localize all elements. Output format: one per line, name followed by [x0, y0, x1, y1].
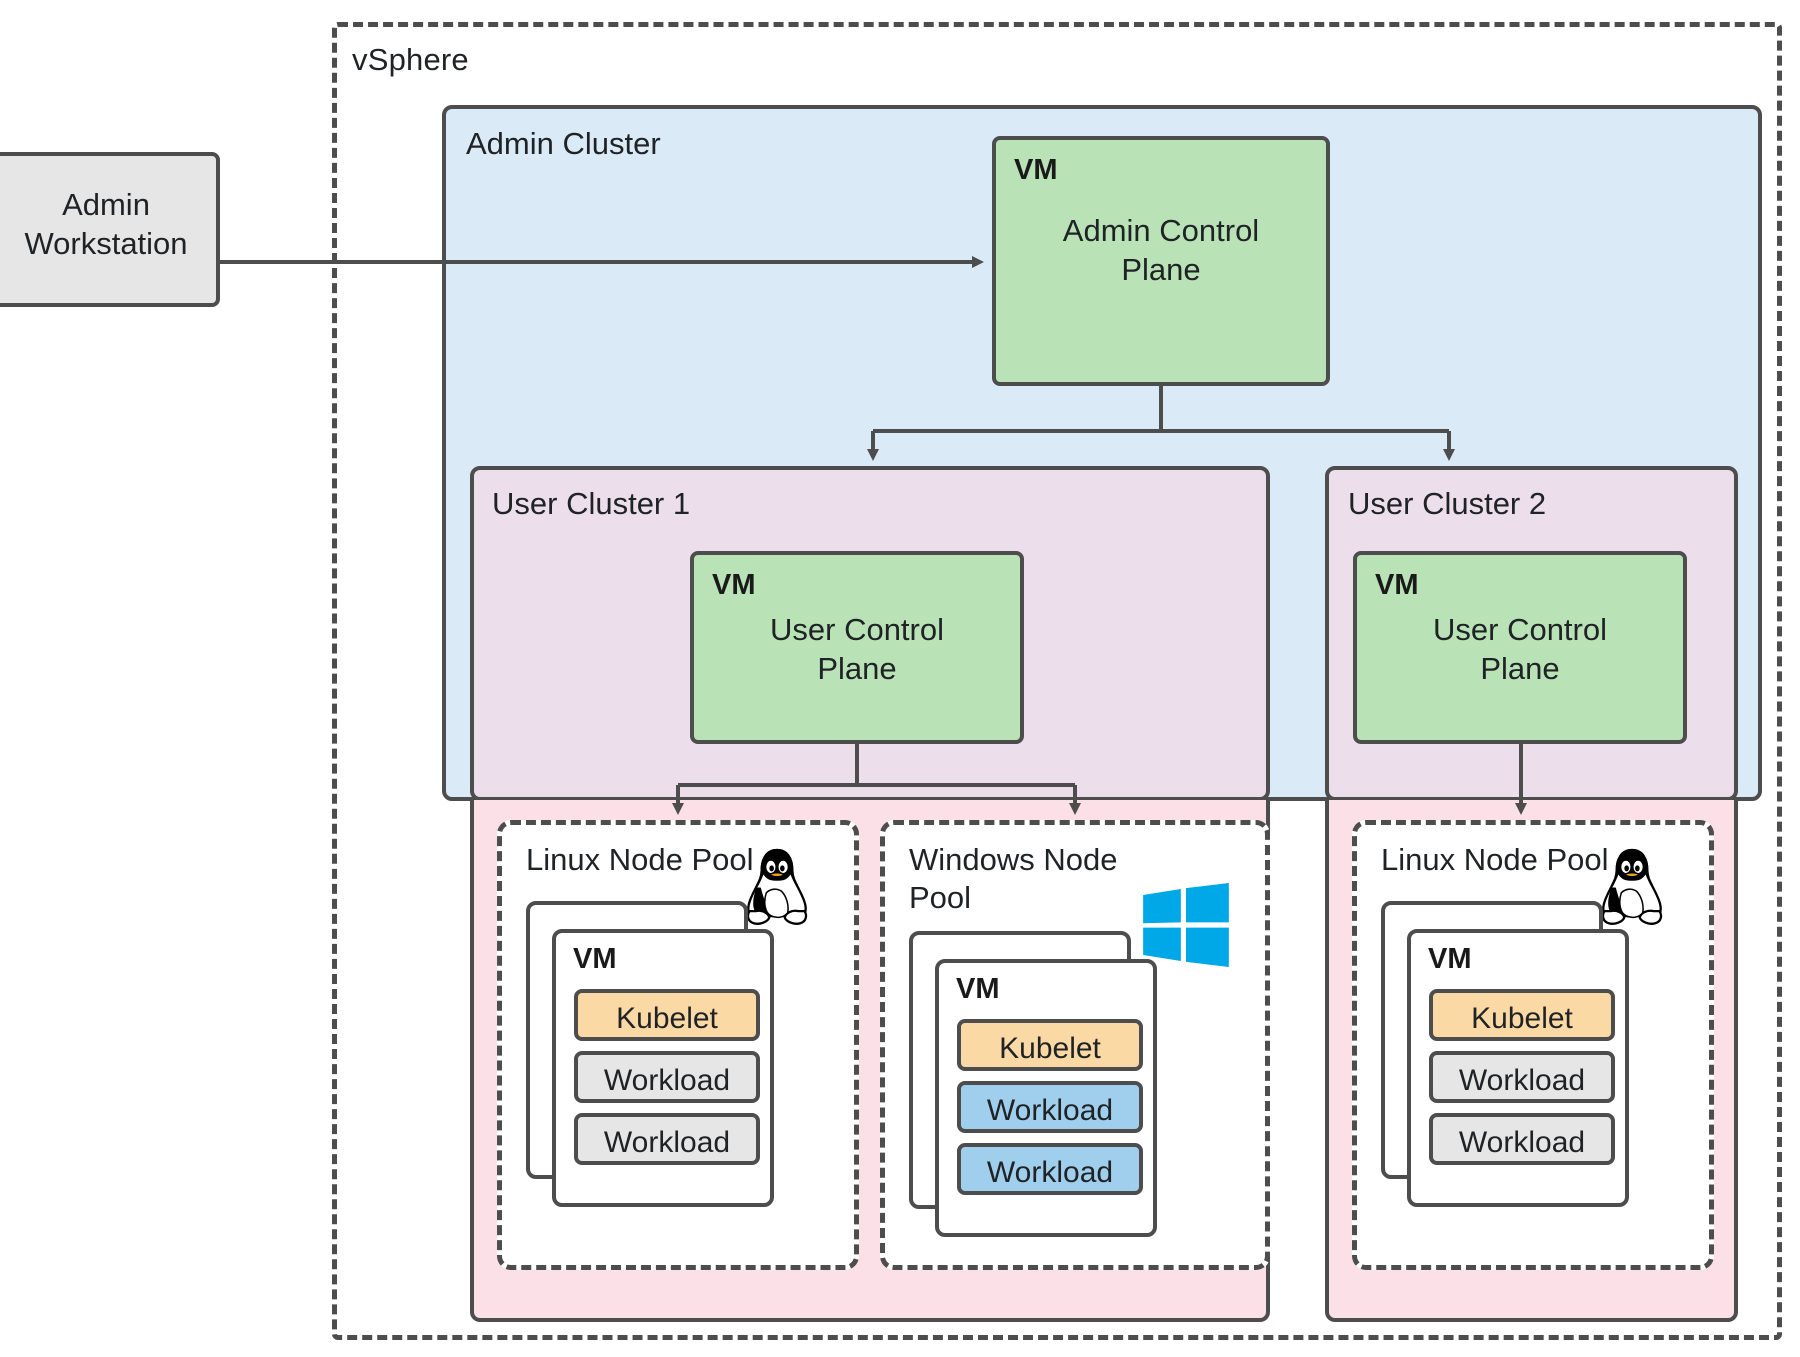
chip-workload[interactable]: Workload	[1429, 1113, 1615, 1165]
vm-tag: VM	[1014, 154, 1058, 186]
vm-tag: VM	[573, 943, 617, 975]
vsphere-label: vSphere	[352, 42, 469, 77]
chip-workload[interactable]: Workload	[574, 1113, 760, 1165]
tux-penguin-icon	[1601, 848, 1663, 925]
user-cluster-2-label: User Cluster 2	[1348, 486, 1547, 521]
chip-workload[interactable]: Workload	[574, 1051, 760, 1103]
chip-workload[interactable]: Workload	[957, 1081, 1143, 1133]
linux-node-pool-2[interactable]: Linux Node Pool VM Kubelet Workload Work…	[1352, 820, 1714, 1270]
chip-kubelet[interactable]: Kubelet	[574, 989, 760, 1041]
chip-workload[interactable]: Workload	[1429, 1051, 1615, 1103]
chip-kubelet[interactable]: Kubelet	[1429, 989, 1615, 1041]
vm-card[interactable]: VM Kubelet Workload Workload	[1407, 929, 1629, 1207]
admin-workstation-box[interactable]: Admin Workstation	[0, 152, 220, 307]
tux-penguin-icon	[746, 848, 808, 925]
vm-tag: VM	[1375, 569, 1419, 601]
admin-control-plane-box[interactable]: VM Admin Control Plane	[992, 136, 1330, 386]
admin-cluster-label: Admin Cluster	[466, 126, 661, 161]
vm-tag: VM	[1428, 943, 1472, 975]
chip-workload[interactable]: Workload	[957, 1143, 1143, 1195]
user-control-plane-1-label: User Control Plane	[770, 612, 944, 686]
admin-workstation-label: Admin Workstation	[24, 187, 188, 261]
linux-node-pool-1[interactable]: Linux Node Pool VM Kubelet Workload Work…	[497, 820, 859, 1270]
windows-logo-icon	[1143, 883, 1229, 967]
admin-control-plane-label: Admin Control Plane	[1062, 213, 1260, 287]
vm-card[interactable]: VM Kubelet Workload Workload	[552, 929, 774, 1207]
chip-kubelet[interactable]: Kubelet	[957, 1019, 1143, 1071]
vm-tag: VM	[956, 973, 1000, 1005]
windows-node-pool-1-label: Windows Node Pool	[909, 842, 1118, 916]
user-control-plane-2-label: User Control Plane	[1433, 612, 1607, 686]
diagram-canvas: vSphere Admin Cluster User Cluster 1 Use…	[0, 0, 1800, 1357]
user-cluster-1-label: User Cluster 1	[492, 486, 691, 521]
windows-node-pool-1[interactable]: Windows Node Pool VM Kubelet Workload Wo…	[880, 820, 1270, 1270]
user-control-plane-2-box[interactable]: VM User Control Plane	[1353, 551, 1687, 744]
vm-tag: VM	[712, 569, 756, 601]
user-control-plane-1-box[interactable]: VM User Control Plane	[690, 551, 1024, 744]
vm-card[interactable]: VM Kubelet Workload Workload	[935, 959, 1157, 1237]
